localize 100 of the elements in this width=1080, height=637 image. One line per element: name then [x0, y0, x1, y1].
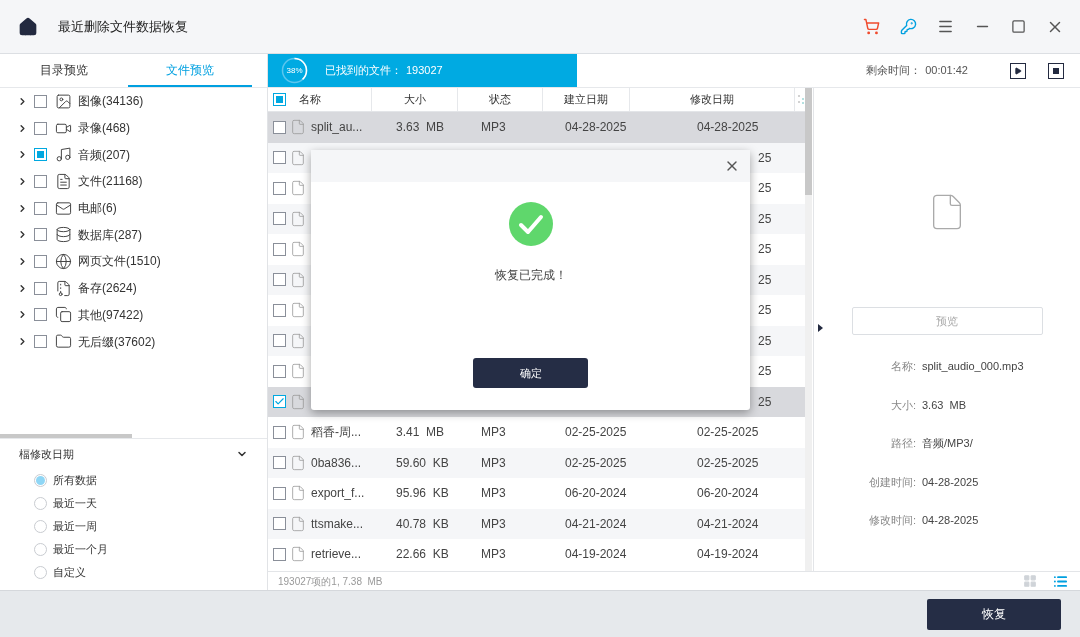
- radio-button[interactable]: [34, 497, 47, 510]
- table-cell-text: 25: [758, 271, 772, 289]
- table-cell-text: export_f...: [311, 485, 366, 503]
- column-header[interactable]: 大小: [372, 88, 458, 111]
- play-icon: [1014, 66, 1022, 75]
- tree-item[interactable]: 电邮(6): [78, 199, 117, 218]
- table-cell-text: 0ba836...: [311, 454, 363, 472]
- expand-icon[interactable]: [17, 282, 28, 294]
- table-row[interactable]: ttsmake... 40.78 KB MP3 04-21-2024 04-21-2024: [268, 508, 805, 539]
- expand-icon[interactable]: [17, 229, 28, 241]
- play-button[interactable]: [1010, 62, 1026, 79]
- table-cell-text: ttsmake...: [311, 515, 364, 533]
- expand-icon[interactable]: [17, 95, 28, 107]
- checkbox[interactable]: [34, 94, 47, 108]
- tree-item[interactable]: 其他(97422): [78, 305, 144, 324]
- tree-item[interactable]: 网页文件(1510): [78, 252, 161, 271]
- detail-value: split_audio_000.mp3: [922, 359, 1024, 374]
- remaining-label: 剩余时间：: [866, 63, 922, 79]
- checkbox[interactable]: [273, 212, 286, 226]
- checkbox[interactable]: [34, 121, 47, 135]
- checkbox[interactable]: [34, 174, 47, 188]
- checkbox[interactable]: [34, 335, 47, 349]
- checkbox[interactable]: [273, 425, 286, 439]
- checkbox[interactable]: [34, 308, 47, 322]
- radio-label[interactable]: 最近一天: [53, 495, 97, 512]
- music-icon: [55, 146, 72, 164]
- tree-item[interactable]: 音频(207): [78, 145, 130, 164]
- expand-icon[interactable]: [17, 202, 28, 214]
- radio-label[interactable]: 最近一周: [53, 518, 97, 535]
- checkbox[interactable]: [273, 151, 286, 165]
- expand-icon[interactable]: [17, 122, 28, 134]
- table-cell-text: retrieve...: [311, 546, 362, 564]
- radio-button[interactable]: [34, 566, 47, 579]
- expand-icon[interactable]: [17, 175, 28, 187]
- checkbox[interactable]: [273, 517, 286, 531]
- checkbox[interactable]: [34, 254, 47, 268]
- checkbox[interactable]: [273, 547, 286, 561]
- ok-button[interactable]: 确定: [473, 358, 588, 388]
- column-header[interactable]: 修改日期: [630, 88, 795, 111]
- column-header[interactable]: 状态: [458, 88, 543, 111]
- menu-icon[interactable]: [937, 18, 954, 35]
- radio-button[interactable]: [34, 474, 47, 487]
- checkbox[interactable]: [273, 303, 286, 317]
- table-cell-text: MP3: [481, 424, 507, 442]
- tree-item[interactable]: 文件(21168): [78, 172, 143, 191]
- file-icon: [290, 271, 306, 288]
- tree-item[interactable]: 无后缀(37602): [78, 332, 156, 351]
- radio-button[interactable]: [34, 520, 47, 533]
- table-cell-text: 02-25-2025: [565, 424, 628, 442]
- checkbox[interactable]: [34, 228, 47, 242]
- column-header[interactable]: 名称: [286, 88, 372, 111]
- checkbox[interactable]: [273, 334, 286, 348]
- checkbox[interactable]: [273, 181, 286, 195]
- checkbox[interactable]: [273, 395, 286, 409]
- checkbox[interactable]: [34, 148, 47, 162]
- scrollbar-thumb[interactable]: [0, 434, 132, 438]
- key-icon[interactable]: [900, 18, 917, 35]
- file-icon: [290, 363, 306, 380]
- checkbox[interactable]: [273, 364, 286, 378]
- table-row[interactable]: split_au... 3.63 MB MP3 04-28-2025 04-28-2025: [268, 112, 805, 143]
- expand-icon[interactable]: [17, 309, 28, 321]
- tree-item[interactable]: 备存(2624): [78, 279, 137, 298]
- cart-icon[interactable]: [863, 18, 880, 35]
- detail-label: 大小:: [889, 397, 916, 413]
- mail-icon: [55, 199, 72, 217]
- expand-icon[interactable]: [17, 255, 28, 267]
- radio-label[interactable]: 自定义: [53, 564, 86, 581]
- expand-icon[interactable]: [17, 336, 28, 348]
- recover-button[interactable]: 恢复: [927, 598, 1061, 630]
- radio-button[interactable]: [34, 543, 47, 556]
- file-icon: [290, 485, 306, 502]
- radio-label[interactable]: 所有数据: [53, 472, 97, 489]
- stop-button[interactable]: [1048, 62, 1064, 79]
- table-cell-text: MP3: [481, 515, 507, 533]
- home-icon[interactable]: [18, 16, 38, 37]
- table-cell-text: 06-20-2024: [697, 485, 759, 503]
- maximize-icon[interactable]: [1011, 19, 1026, 34]
- checkbox[interactable]: [273, 486, 286, 500]
- table-cell-text: split_au...: [311, 119, 364, 137]
- checkbox[interactable]: [273, 273, 286, 287]
- tree-item[interactable]: 数据库(287): [78, 225, 142, 244]
- checkbox[interactable]: [273, 120, 286, 134]
- checkbox[interactable]: [273, 242, 286, 256]
- tree-item[interactable]: 录像(468): [78, 119, 130, 138]
- tab[interactable]: 目录预览: [2, 54, 126, 87]
- column-header[interactable]: 建立日期: [543, 88, 630, 111]
- scrollbar-thumb[interactable]: [805, 88, 812, 195]
- table-row[interactable]: 0ba836... 59.60 KB MP3 02-25-2025 02-25-2025: [268, 447, 805, 478]
- list-view-icon[interactable]: [1053, 573, 1068, 589]
- checkbox[interactable]: [273, 93, 286, 106]
- expand-panel-icon[interactable]: [818, 324, 823, 332]
- checkbox[interactable]: [34, 201, 47, 215]
- radio-label[interactable]: 最近一个月: [53, 541, 108, 558]
- checkbox[interactable]: [34, 281, 47, 295]
- table-cell-text: MP3: [481, 454, 507, 472]
- tree-item[interactable]: 图像(34136): [78, 92, 144, 111]
- checkbox[interactable]: [273, 456, 286, 470]
- file-icon: [290, 119, 306, 136]
- table-cell-text: 3.63 MB: [396, 119, 446, 137]
- expand-icon[interactable]: [17, 149, 28, 161]
